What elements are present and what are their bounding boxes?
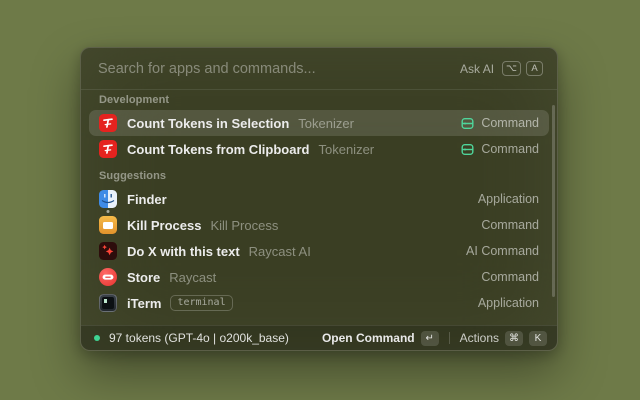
section-header-suggestions: Suggestions xyxy=(99,169,539,184)
a-key-icon: A xyxy=(526,61,543,76)
item-title: iTerm xyxy=(127,296,161,311)
footer-divider xyxy=(449,332,450,344)
kill-process-icon xyxy=(99,216,117,234)
open-command-button[interactable]: Open Command xyxy=(322,331,415,345)
running-indicator xyxy=(107,210,110,213)
item-type: Application xyxy=(478,192,539,206)
command-key-icon: ⌘ xyxy=(505,331,523,346)
enter-key-icon: ↵ xyxy=(421,331,439,346)
finder-icon xyxy=(99,190,117,208)
item-type: Command xyxy=(481,270,539,284)
tokenizer-icon xyxy=(99,114,117,132)
list-item-store[interactable]: Store Raycast Command xyxy=(89,264,549,290)
status-dot-icon xyxy=(94,335,100,341)
results-list: Development Count Tokens in Selection To… xyxy=(81,91,557,325)
item-tag-terminal: terminal xyxy=(170,295,232,312)
item-subtitle: Kill Process xyxy=(210,218,278,233)
actions-button[interactable]: Actions xyxy=(460,331,499,345)
item-title: Count Tokens in Selection xyxy=(127,116,289,131)
list-item-kill-process[interactable]: Kill Process Kill Process Command xyxy=(89,212,549,238)
option-key-icon: ⌥ xyxy=(502,61,521,76)
scrollbar[interactable] xyxy=(552,105,555,297)
tokenizer-icon xyxy=(99,140,117,158)
item-subtitle: Raycast AI xyxy=(249,244,311,259)
raycast-store-icon xyxy=(99,268,117,286)
footer-bar: 97 tokens (GPT-4o | o200k_base) Open Com… xyxy=(81,325,557,350)
item-subtitle: Tokenizer xyxy=(318,142,374,157)
k-key-icon: K xyxy=(529,331,547,346)
item-title: Kill Process xyxy=(127,218,201,233)
section-header-development: Development xyxy=(99,93,539,108)
item-type: Application xyxy=(478,296,539,310)
list-item-iterm[interactable]: iTerm terminal Application xyxy=(89,290,549,316)
item-type: Command xyxy=(481,142,539,156)
item-title: Store xyxy=(127,270,160,285)
list-item-count-tokens-selection[interactable]: Count Tokens in Selection Tokenizer Comm… xyxy=(89,110,549,136)
item-subtitle: Tokenizer xyxy=(298,116,354,131)
ask-ai-control[interactable]: Ask AI ⌥ A xyxy=(460,61,543,76)
raycast-window: Ask AI ⌥ A Development Count Tokens in S… xyxy=(80,47,558,351)
item-type: Command xyxy=(481,218,539,232)
list-item-do-x-with-text[interactable]: Do X with this text Raycast AI AI Comman… xyxy=(89,238,549,264)
ask-ai-label: Ask AI xyxy=(460,62,494,76)
item-title: Do X with this text xyxy=(127,244,240,259)
item-title: Finder xyxy=(127,192,167,207)
search-input[interactable] xyxy=(98,61,460,77)
token-count-status: 97 tokens (GPT-4o | o200k_base) xyxy=(109,331,289,345)
search-bar: Ask AI ⌥ A xyxy=(81,48,557,90)
item-type: AI Command xyxy=(466,244,539,258)
ai-sparkle-icon xyxy=(99,242,117,260)
item-type: Command xyxy=(481,116,539,130)
command-badge-icon xyxy=(461,117,474,130)
list-item-count-tokens-clipboard[interactable]: Count Tokens from Clipboard Tokenizer Co… xyxy=(89,136,549,162)
item-title: Count Tokens from Clipboard xyxy=(127,142,309,157)
item-subtitle: Raycast xyxy=(169,270,216,285)
iterm-icon xyxy=(99,294,117,312)
command-badge-icon xyxy=(461,143,474,156)
list-item-finder[interactable]: Finder Application xyxy=(89,186,549,212)
